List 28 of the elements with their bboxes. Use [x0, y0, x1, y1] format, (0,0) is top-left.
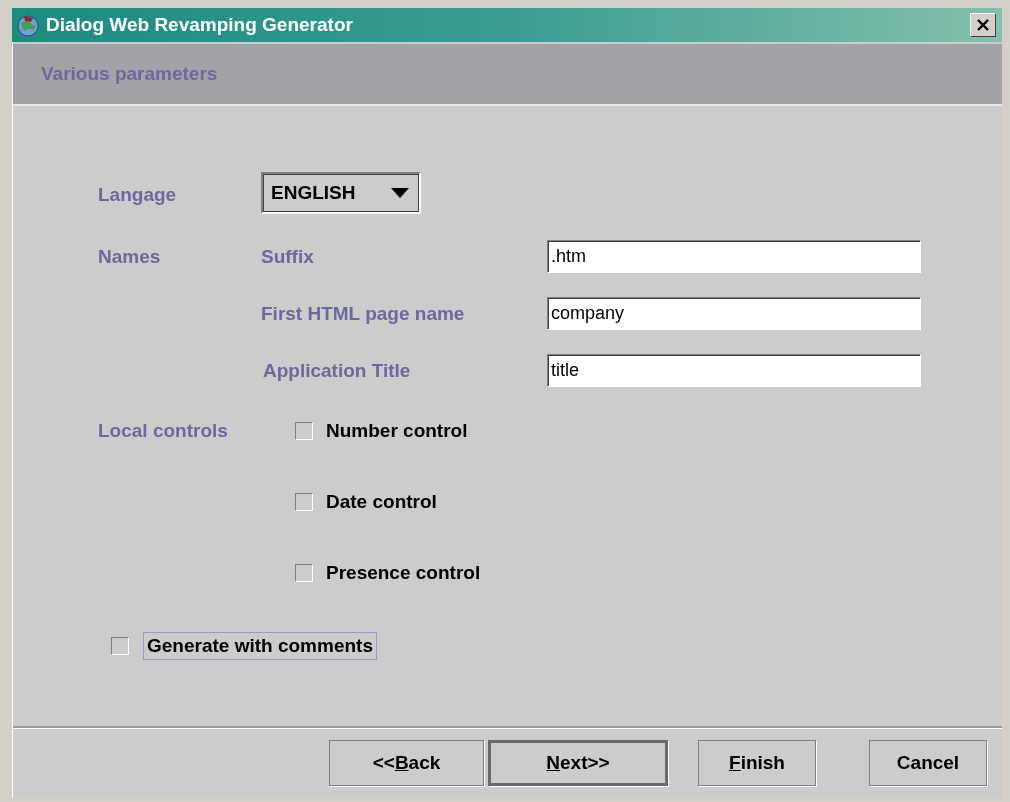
window-title: Dialog Web Revamping Generator — [46, 14, 354, 36]
close-icon — [976, 18, 990, 32]
field-label: Application Title — [262, 359, 412, 382]
language-label: Langage — [98, 184, 178, 206]
dialog-button[interactable]: Finish — [698, 740, 816, 786]
dialog-button[interactable]: <<Back — [329, 740, 484, 786]
dialog-button[interactable]: Next>> — [488, 740, 668, 786]
text-field[interactable]: .htm — [547, 240, 921, 273]
checkbox-label: Presence control — [325, 561, 482, 585]
dialog-button[interactable]: Cancel — [869, 740, 987, 786]
close-button[interactable] — [970, 13, 996, 37]
text-field[interactable]: company — [547, 297, 921, 330]
checkbox-label: Date control — [325, 490, 438, 514]
header-title: Various parameters — [41, 63, 218, 85]
field-label: First HTML page name — [261, 302, 466, 325]
language-dropdown[interactable]: ENGLISH — [261, 172, 421, 214]
checkbox[interactable] — [111, 637, 129, 655]
text-field[interactable]: title — [547, 354, 921, 387]
globe-icon — [16, 13, 40, 37]
names-label: Names — [98, 245, 162, 268]
checkbox[interactable] — [295, 422, 313, 440]
checkbox-label: Number control — [325, 419, 469, 443]
local-controls-label: Local controls — [98, 420, 229, 442]
dropdown-arrow-icon — [391, 188, 409, 198]
checkbox[interactable] — [295, 564, 313, 582]
field-label: Suffix — [261, 245, 315, 268]
checkbox-label: Generate with comments — [143, 632, 377, 660]
checkbox[interactable] — [295, 493, 313, 511]
